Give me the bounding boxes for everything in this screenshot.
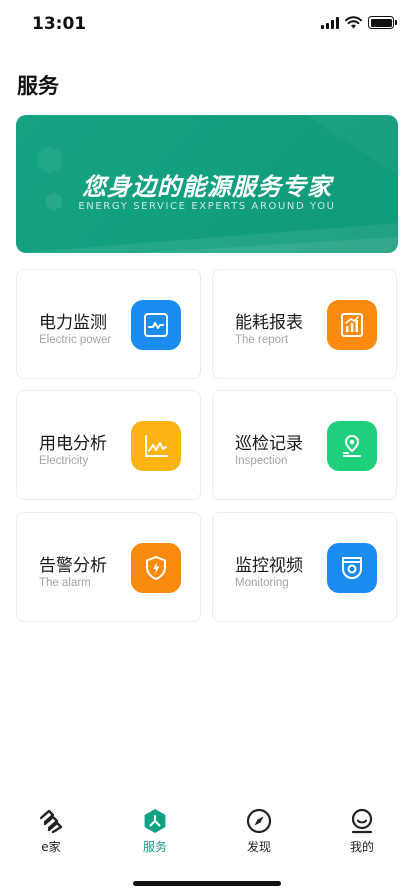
service-subtitle: Electric power [39,334,112,346]
compass-icon [246,808,272,834]
tab-e-home[interactable]: e家 [21,808,81,855]
service-title: 能耗报表 [235,313,303,333]
location-pin-icon [327,421,377,471]
shield-bolt-icon [131,543,181,593]
service-subtitle: The alarm [39,577,91,589]
service-title: 用电分析 [39,434,107,454]
line-chart-icon [131,421,181,471]
tab-profile[interactable]: 我的 [332,808,392,855]
status-icons [321,16,397,29]
service-card-electricity[interactable]: 用电分析 Electricity [16,390,201,500]
camera-icon [327,543,377,593]
service-title: 监控视频 [235,556,303,576]
tab-bar: e家 服务 发现 我的 [0,800,414,870]
tab-label: 服务 [142,840,167,854]
service-subtitle: Monitoring [235,577,289,589]
tab-label: 发现 [246,840,271,854]
service-subtitle: Electricity [39,455,89,467]
service-card-inspection[interactable]: 巡检记录 Inspection [212,390,397,500]
home-indicator[interactable] [133,881,281,886]
status-time: 13:01 [32,14,87,34]
report-chart-icon [327,300,377,350]
e-home-icon [39,809,63,834]
tab-discover[interactable]: 发现 [229,808,289,855]
battery-icon [368,16,397,29]
tab-service[interactable]: 服务 [125,808,185,855]
wifi-icon [345,16,362,29]
page-title: 服务 [17,74,59,98]
service-title: 电力监测 [39,313,107,333]
service-title: 巡检记录 [235,434,303,454]
service-card-electric-power[interactable]: 电力监测 Electric power [16,269,201,379]
service-subtitle: Inspection [235,455,288,467]
service-card-monitoring[interactable]: 监控视频 Monitoring [212,512,397,622]
cellular-signal-icon [321,16,339,29]
service-card-report[interactable]: 能耗报表 The report [212,269,397,379]
banner-title: 您身边的能源服务专家 [82,173,332,201]
service-title: 告警分析 [39,556,107,576]
promo-banner[interactable]: 您身边的能源服务专家 ENERGY SERVICE EXPERTS AROUND… [16,115,398,253]
banner-subtitle: ENERGY SERVICE EXPERTS AROUND YOU [78,201,336,212]
profile-icon [351,808,373,834]
service-card-alarm[interactable]: 告警分析 The alarm [16,512,201,622]
tab-label: e家 [41,840,61,854]
service-subtitle: The report [235,334,289,346]
service-hex-icon [144,809,166,833]
monitor-wave-icon [131,300,181,350]
tab-label: 我的 [349,840,374,854]
status-bar: 13:01 [0,0,414,48]
